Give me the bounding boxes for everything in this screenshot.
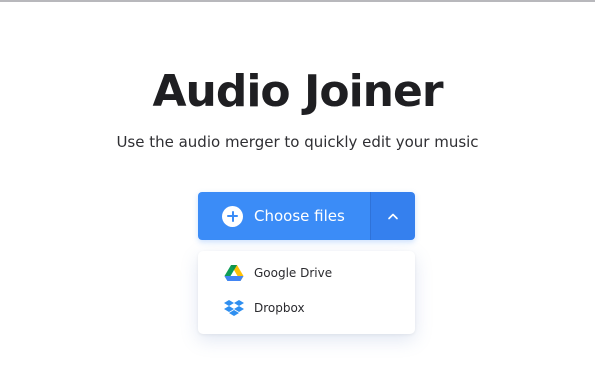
chevron-up-icon: [387, 212, 399, 220]
page-title: Audio Joiner: [152, 66, 443, 117]
plus-circle-icon: [222, 205, 243, 227]
upload-options-toggle[interactable]: [370, 192, 415, 240]
choose-files-label: Choose files: [254, 207, 345, 225]
upload-source-menu: Google Drive Dropbox: [198, 251, 415, 334]
menu-item-label: Google Drive: [254, 266, 333, 280]
dropbox-icon: [224, 299, 244, 317]
page-subtitle: Use the audio merger to quickly edit you…: [116, 133, 479, 151]
menu-item-dropbox[interactable]: Dropbox: [198, 293, 415, 323]
google-drive-icon: [224, 264, 244, 282]
menu-item-google-drive[interactable]: Google Drive: [198, 258, 415, 288]
upload-button-group: Choose files: [198, 192, 415, 240]
choose-files-button[interactable]: Choose files: [198, 192, 370, 240]
menu-item-label: Dropbox: [254, 301, 305, 315]
